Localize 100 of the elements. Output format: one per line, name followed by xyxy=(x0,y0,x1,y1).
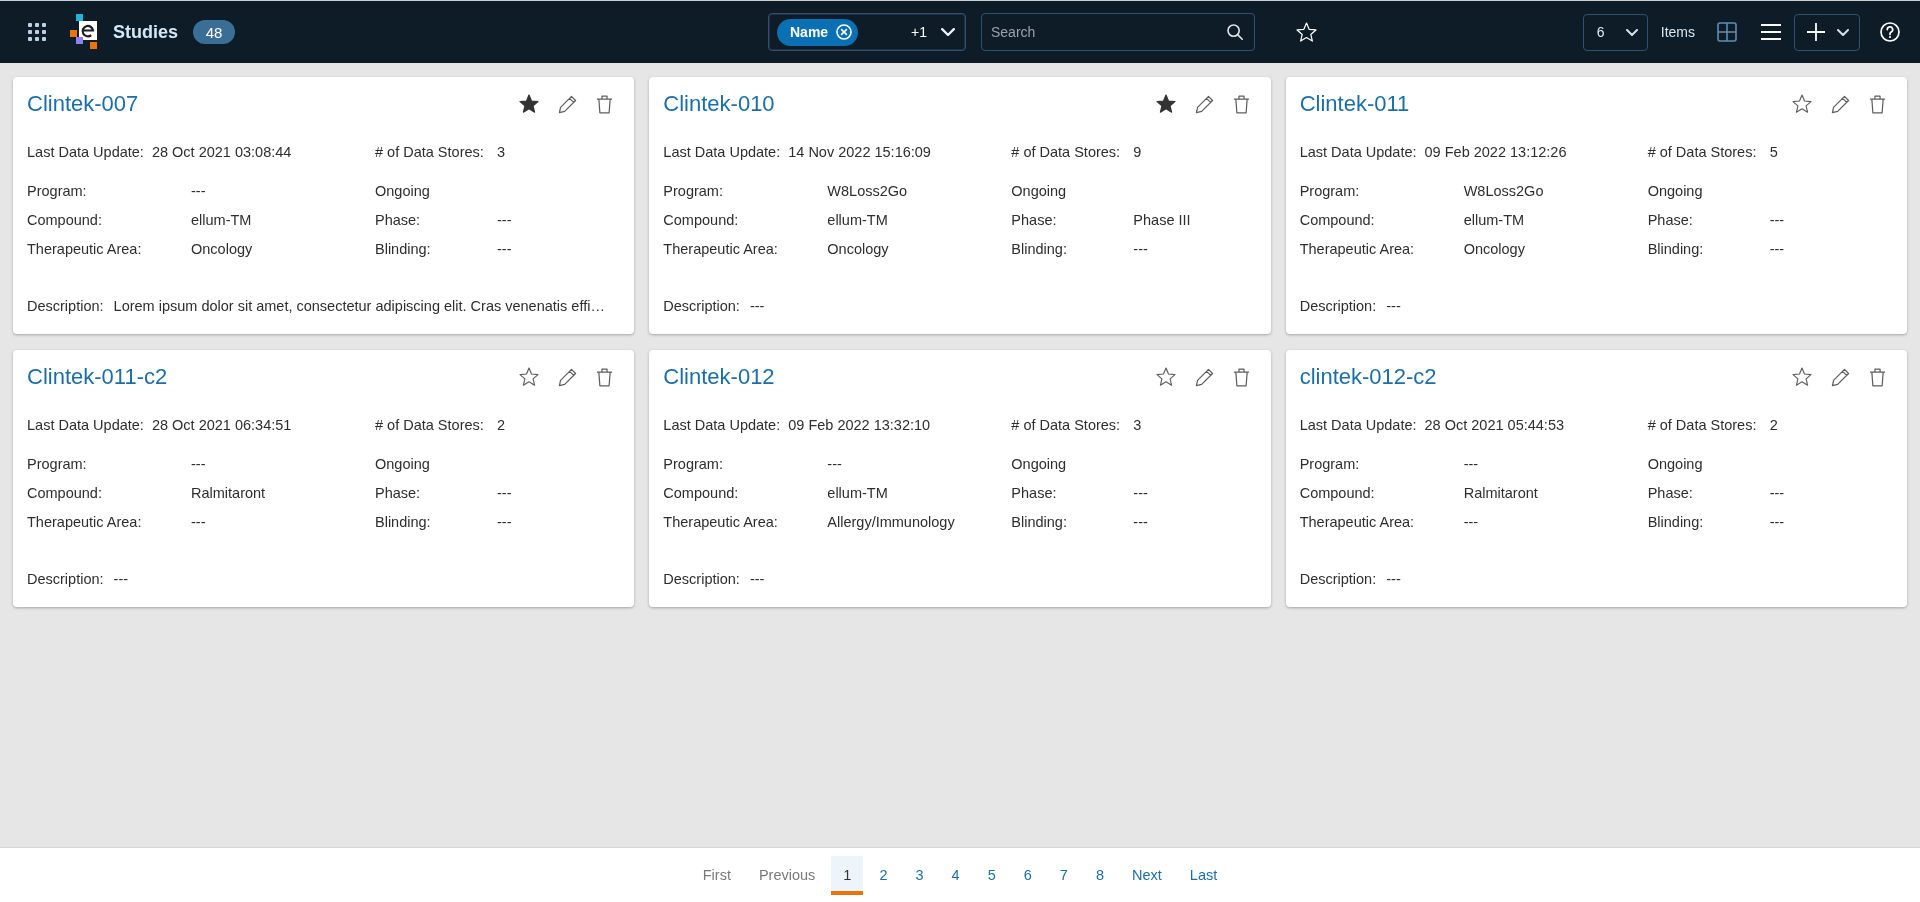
field-label: Description: xyxy=(1299,570,1377,589)
description-text: --- xyxy=(1386,570,1401,589)
search-field[interactable]: Search xyxy=(981,13,1255,51)
star-icon[interactable] xyxy=(1296,21,1317,43)
study-title-link[interactable]: Clintek-010 xyxy=(663,91,775,117)
field-value: ellum-TM xyxy=(827,484,889,503)
field-value: ellum-TM xyxy=(1463,211,1526,230)
status-text: Ongoing xyxy=(1011,455,1068,474)
favorite-star-icon[interactable] xyxy=(1792,367,1812,387)
field-value: Phase III xyxy=(1133,211,1192,230)
edit-icon[interactable] xyxy=(1194,367,1214,387)
filter-select[interactable]: Name +1 xyxy=(768,13,966,51)
study-title-link[interactable]: clintek-012-c2 xyxy=(1299,364,1437,390)
field-value: Oncology xyxy=(191,240,254,259)
study-title-link[interactable]: Clintek-011 xyxy=(1299,91,1410,117)
edit-icon[interactable] xyxy=(558,94,578,114)
page-link[interactable]: 5 xyxy=(975,855,1008,895)
page-title: Studies xyxy=(113,21,178,43)
field-value: 5 xyxy=(1769,143,1779,162)
delete-icon[interactable] xyxy=(1869,367,1886,387)
favorite-star-icon[interactable] xyxy=(1155,367,1176,387)
description-text: --- xyxy=(749,297,765,316)
edit-icon[interactable] xyxy=(558,367,578,387)
field-value: --- xyxy=(497,211,513,230)
chevron-down-icon xyxy=(1837,28,1849,36)
field-label: Compound: xyxy=(663,484,740,503)
page-link[interactable]: Next xyxy=(1120,855,1174,895)
field-value: --- xyxy=(191,182,207,201)
field-label: Last Data Update: xyxy=(1299,143,1417,162)
apps-grid-icon[interactable] xyxy=(28,23,46,41)
field-label: Last Data Update: xyxy=(27,143,144,162)
field-label: Description: xyxy=(1299,297,1377,316)
field-label: Last Data Update: xyxy=(27,416,144,435)
field-label: # of Data Stores: xyxy=(1647,143,1758,162)
page-link[interactable]: 4 xyxy=(939,855,972,895)
add-button[interactable] xyxy=(1794,13,1860,51)
field-value: 9 xyxy=(1133,143,1143,162)
field-label: Description: xyxy=(27,297,104,316)
list-view-icon[interactable] xyxy=(1761,24,1781,40)
field-value: --- xyxy=(1769,484,1786,503)
edit-icon[interactable] xyxy=(1831,367,1850,387)
edit-icon[interactable] xyxy=(1831,94,1850,114)
field-label: Therapeutic Area: xyxy=(663,240,779,259)
study-title-link[interactable]: Clintek-012 xyxy=(663,364,775,390)
field-value: --- xyxy=(1463,513,1480,532)
favorite-star-icon[interactable] xyxy=(1155,94,1176,114)
field-label: Phase: xyxy=(1011,211,1058,230)
field-label: Program: xyxy=(663,455,724,474)
grid-view-icon[interactable] xyxy=(1717,22,1737,42)
field-value: 2 xyxy=(497,416,507,435)
page-link[interactable]: 2 xyxy=(867,855,900,895)
field-value: Ralmitaront xyxy=(1463,484,1539,503)
edit-icon[interactable] xyxy=(1194,94,1214,114)
field-label: Compound: xyxy=(27,211,103,230)
field-label: # of Data Stores: xyxy=(1647,416,1758,435)
chevron-down-icon[interactable] xyxy=(941,27,955,37)
delete-icon[interactable] xyxy=(596,94,614,114)
favorite-star-icon[interactable] xyxy=(519,367,540,387)
field-value: 09 Feb 2022 13:12:26 xyxy=(1424,143,1567,162)
field-value: ellum-TM xyxy=(827,211,889,230)
field-value: --- xyxy=(497,484,513,503)
page-size-select[interactable]: 6 xyxy=(1582,13,1648,51)
delete-icon[interactable] xyxy=(1869,94,1886,114)
favorite-star-icon[interactable] xyxy=(519,94,540,114)
field-value: W8Loss2Go xyxy=(1463,182,1545,201)
filter-chip[interactable]: Name xyxy=(777,18,859,46)
field-label: Program: xyxy=(27,182,88,201)
field-value: --- xyxy=(1133,240,1149,259)
field-label: Program: xyxy=(1299,182,1361,201)
field-value: --- xyxy=(1463,455,1480,474)
study-title-link[interactable]: Clintek-007 xyxy=(27,91,139,117)
field-label: Blinding: xyxy=(1011,240,1068,259)
field-label: Last Data Update: xyxy=(663,143,781,162)
field-label: Blinding: xyxy=(375,513,432,532)
field-label: Description: xyxy=(27,570,104,589)
field-value: --- xyxy=(1133,484,1149,503)
field-label: Phase: xyxy=(1647,484,1694,503)
page-link[interactable]: Last xyxy=(1177,855,1230,895)
page-link[interactable]: 6 xyxy=(1011,855,1044,895)
delete-icon[interactable] xyxy=(1232,94,1250,114)
page-link[interactable]: 1 xyxy=(831,855,864,895)
field-label: Therapeutic Area: xyxy=(27,513,143,532)
field-value: 28 Oct 2021 05:44:53 xyxy=(1424,416,1565,435)
favorite-star-icon[interactable] xyxy=(1792,94,1812,114)
field-label: Program: xyxy=(1299,455,1361,474)
help-icon[interactable] xyxy=(1880,22,1900,42)
delete-icon[interactable] xyxy=(1232,367,1250,387)
page-link[interactable]: 3 xyxy=(903,855,936,895)
page-link[interactable]: 8 xyxy=(1083,855,1116,895)
search-icon[interactable] xyxy=(1227,24,1243,40)
field-label: Compound: xyxy=(663,211,740,230)
remove-icon[interactable] xyxy=(836,24,853,40)
delete-icon[interactable] xyxy=(596,367,614,387)
field-label: Blinding: xyxy=(1011,513,1068,532)
status-text: Ongoing xyxy=(1011,182,1068,201)
page-link[interactable]: 7 xyxy=(1047,855,1080,895)
field-value: 28 Oct 2021 03:08:44 xyxy=(151,143,292,162)
study-title-link[interactable]: Clintek-011-c2 xyxy=(27,364,168,390)
field-value: 3 xyxy=(497,143,507,162)
description-text: Lorem ipsum dolor sit amet, consectetur adipiscing elit. Cras venenatis effi… xyxy=(113,297,605,316)
